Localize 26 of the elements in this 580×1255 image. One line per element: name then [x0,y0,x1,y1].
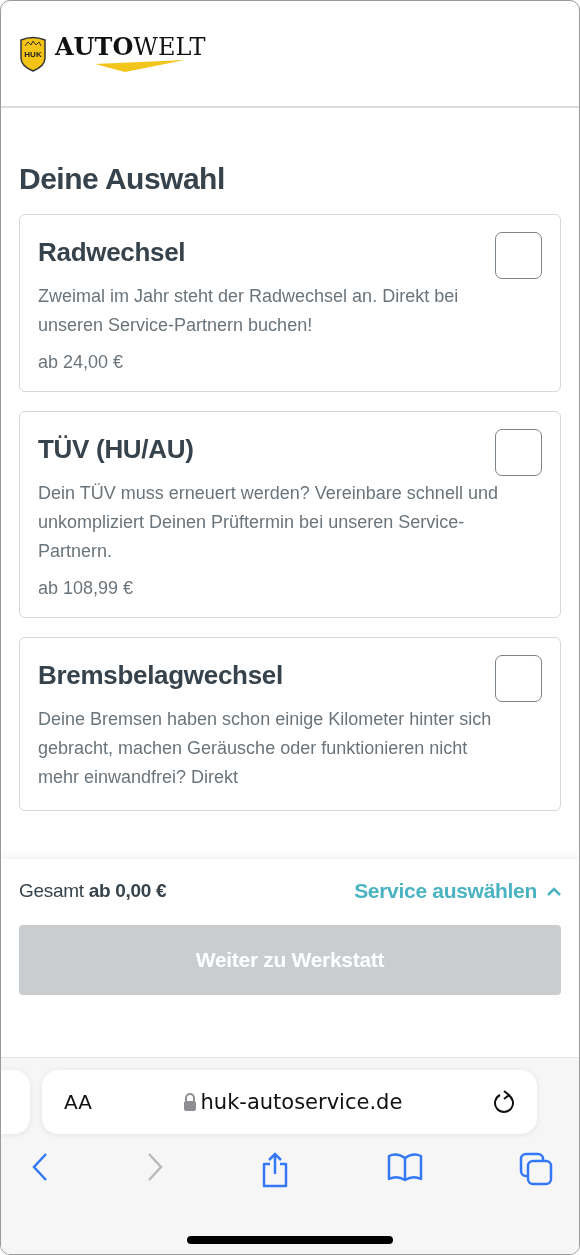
service-title: Radwechsel [38,237,187,268]
reload-icon[interactable] [493,1090,515,1114]
service-price: ab 108,99 € [38,578,135,599]
service-description: Zweimal im Jahr steht der Radwechsel an. Direkt bei unseren Service-Partnern buchen! [38,285,460,337]
page-title: Deine Auswahl [19,162,226,196]
shield-logo-icon: HUK [19,35,47,72]
lock-icon [182,1093,197,1111]
service-checkbox[interactable] [495,232,542,279]
share-icon[interactable] [260,1152,290,1188]
url-text: huk-autoservice.de [91,1090,493,1114]
service-title: Bremsbelagwechsel [38,660,284,691]
total-price: Gesamt ab 0,00 € [19,880,167,902]
address-bar[interactable]: AA huk-autoservice.de [42,1070,537,1134]
service-description: Dein TÜV muss erneuert werden? Vereinbare schnell und unkompliziert Deinen Prüftermin bei unseren Service-Partnern. [38,482,499,563]
service-checkbox[interactable] [495,655,542,702]
text-size-button[interactable]: AA [64,1090,92,1114]
service-checkbox[interactable] [495,429,542,476]
tabs-icon[interactable] [519,1152,553,1186]
chevron-up-icon [547,886,561,896]
swoosh-icon [95,60,185,72]
book-icon[interactable] [386,1152,423,1182]
service-description: Deine Bremsen haben schon einige Kilometer hinter sich gebracht, machen Geräusche oder funktionieren nicht mehr einwandfrei? Direkt [38,708,493,789]
brand-logo-text: AUTOWELT [55,35,206,59]
back-icon[interactable] [31,1152,49,1182]
service-title: TÜV (HU/AU) [38,434,195,465]
service-price: ab 24,00 € [38,352,125,373]
